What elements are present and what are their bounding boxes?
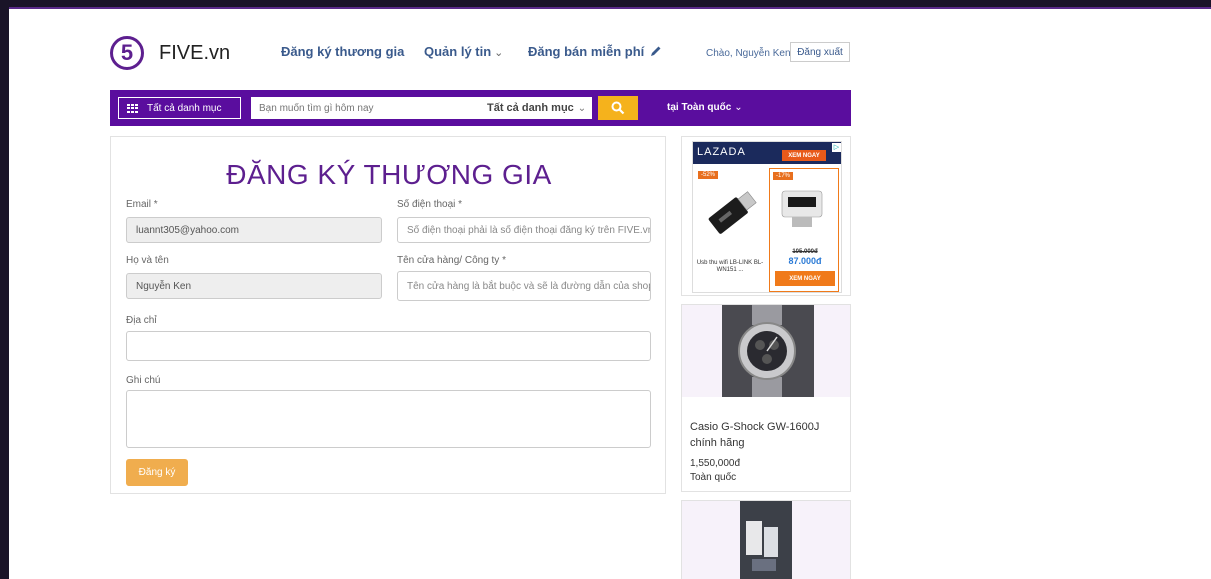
- merchant-registration-form: ĐĂNG KÝ THƯƠNG GIA Email * luannt305@yah…: [110, 136, 666, 494]
- register-submit-button[interactable]: Đăng ký: [126, 459, 188, 486]
- ad-cta-button[interactable]: XEM NGAY: [782, 150, 826, 161]
- note-textarea[interactable]: [126, 390, 651, 448]
- all-categories-label: Tất cả danh mục: [147, 102, 222, 114]
- shop-name-field[interactable]: Tên cửa hàng là bắt buộc và sẽ là đường …: [397, 271, 651, 301]
- ad-item[interactable]: -17% 105.000đ 87.000đ XEM NGAY: [769, 168, 839, 292]
- logout-button[interactable]: Đăng xuất: [790, 42, 850, 62]
- nav-manage-listings[interactable]: Quản lý tin ⌄: [424, 44, 503, 59]
- category-select[interactable]: Tất cả danh mục ⌄: [487, 97, 591, 119]
- ad-old-price: 105.000đ: [792, 249, 818, 255]
- product-image[interactable]: [682, 305, 850, 397]
- chevron-down-icon: ⌄: [494, 47, 504, 59]
- address-label: Địa chỉ: [126, 315, 157, 326]
- ad-header: LAZADA XEM NGAY ▷: [693, 142, 841, 164]
- product-title[interactable]: Casio G-Shock GW-1600J chính hãng: [690, 419, 840, 451]
- search-button[interactable]: [598, 96, 638, 120]
- email-label: Email *: [126, 199, 158, 210]
- grid-icon: [127, 103, 138, 113]
- ad-item[interactable]: -52% Usb thu wifi LB-LINK BL-WN151 ...: [695, 168, 765, 292]
- logo-five-icon: 5: [110, 36, 144, 70]
- region-select[interactable]: tại Toàn quốc ⌄: [667, 102, 743, 113]
- fullname-label: Họ và tên: [126, 255, 169, 266]
- product-card[interactable]: [681, 500, 851, 579]
- nav-register-merchant-label: Đăng ký thương gia: [281, 44, 405, 59]
- pencil-icon: [650, 46, 661, 56]
- category-select-value: Tất cả danh mục: [487, 102, 574, 114]
- usb-wifi-adapter-image: [781, 190, 823, 227]
- ad-buy-button[interactable]: XEM NGAY: [775, 271, 835, 286]
- usb-wifi-adapter-image: [708, 191, 757, 234]
- ad-item-name: Usb thu wifi LB-LINK BL-WN151 ...: [696, 260, 764, 273]
- email-field[interactable]: luannt305@yahoo.com: [126, 217, 382, 243]
- ad-brand: LAZADA: [697, 146, 746, 158]
- ad-new-price: 87.000đ: [788, 256, 822, 266]
- watch-icon: [722, 305, 814, 397]
- all-categories-button[interactable]: Tất cả danh mục: [118, 97, 241, 119]
- window-frame-left: [0, 0, 9, 579]
- lazada-ad[interactable]: LAZADA XEM NGAY ▷ -52% Usb thu wifi LB-L…: [692, 141, 842, 293]
- note-label: Ghi chú: [126, 375, 161, 386]
- chevron-down-icon: ⌄: [577, 102, 587, 114]
- ad-banner[interactable]: LAZADA XEM NGAY ▷ -52% Usb thu wifi LB-L…: [681, 136, 851, 296]
- logo-text: FIVE.vn: [159, 41, 231, 64]
- address-field[interactable]: [126, 331, 651, 361]
- page-title: ĐĂNG KÝ THƯƠNG GIA: [226, 159, 552, 190]
- chevron-down-icon: ⌄: [734, 102, 743, 113]
- site-logo[interactable]: 5 FIVE.vn: [110, 36, 230, 70]
- product-image[interactable]: [682, 501, 850, 579]
- product-photo: [740, 501, 792, 579]
- fullname-field[interactable]: Nguyễn Ken: [126, 273, 382, 299]
- search-icon: [611, 101, 625, 115]
- watch-image: [722, 305, 814, 397]
- product-price: 1,550,000đ: [690, 458, 741, 469]
- nav-post-free-label: Đăng bán miễn phí: [528, 44, 645, 59]
- greeting-text: Chào, Nguyễn Ken: [706, 48, 791, 59]
- search-bar: Tất cả danh mục Tất cả danh mục⌄ tại Toà…: [110, 90, 851, 126]
- nav-register-merchant[interactable]: Đăng ký thương gia: [281, 44, 404, 59]
- product-location: Toàn quốc: [690, 472, 737, 483]
- phone-label: Số điện thoại *: [397, 199, 463, 210]
- nav-manage-listings-label: Quản lý tin: [424, 44, 492, 59]
- nav-post-free[interactable]: Đăng bán miễn phí: [528, 44, 662, 59]
- adchoices-icon[interactable]: ▷: [832, 143, 841, 152]
- shop-name-label: Tên cửa hàng/ Công ty *: [397, 255, 506, 266]
- window-frame-top: [0, 0, 1211, 9]
- phone-field[interactable]: Số điện thoại phải là số điện thoại đăng…: [397, 217, 651, 243]
- product-card[interactable]: Casio G-Shock GW-1600J chính hãng 1,550,…: [681, 304, 851, 492]
- region-label: tại Toàn quốc: [667, 102, 732, 113]
